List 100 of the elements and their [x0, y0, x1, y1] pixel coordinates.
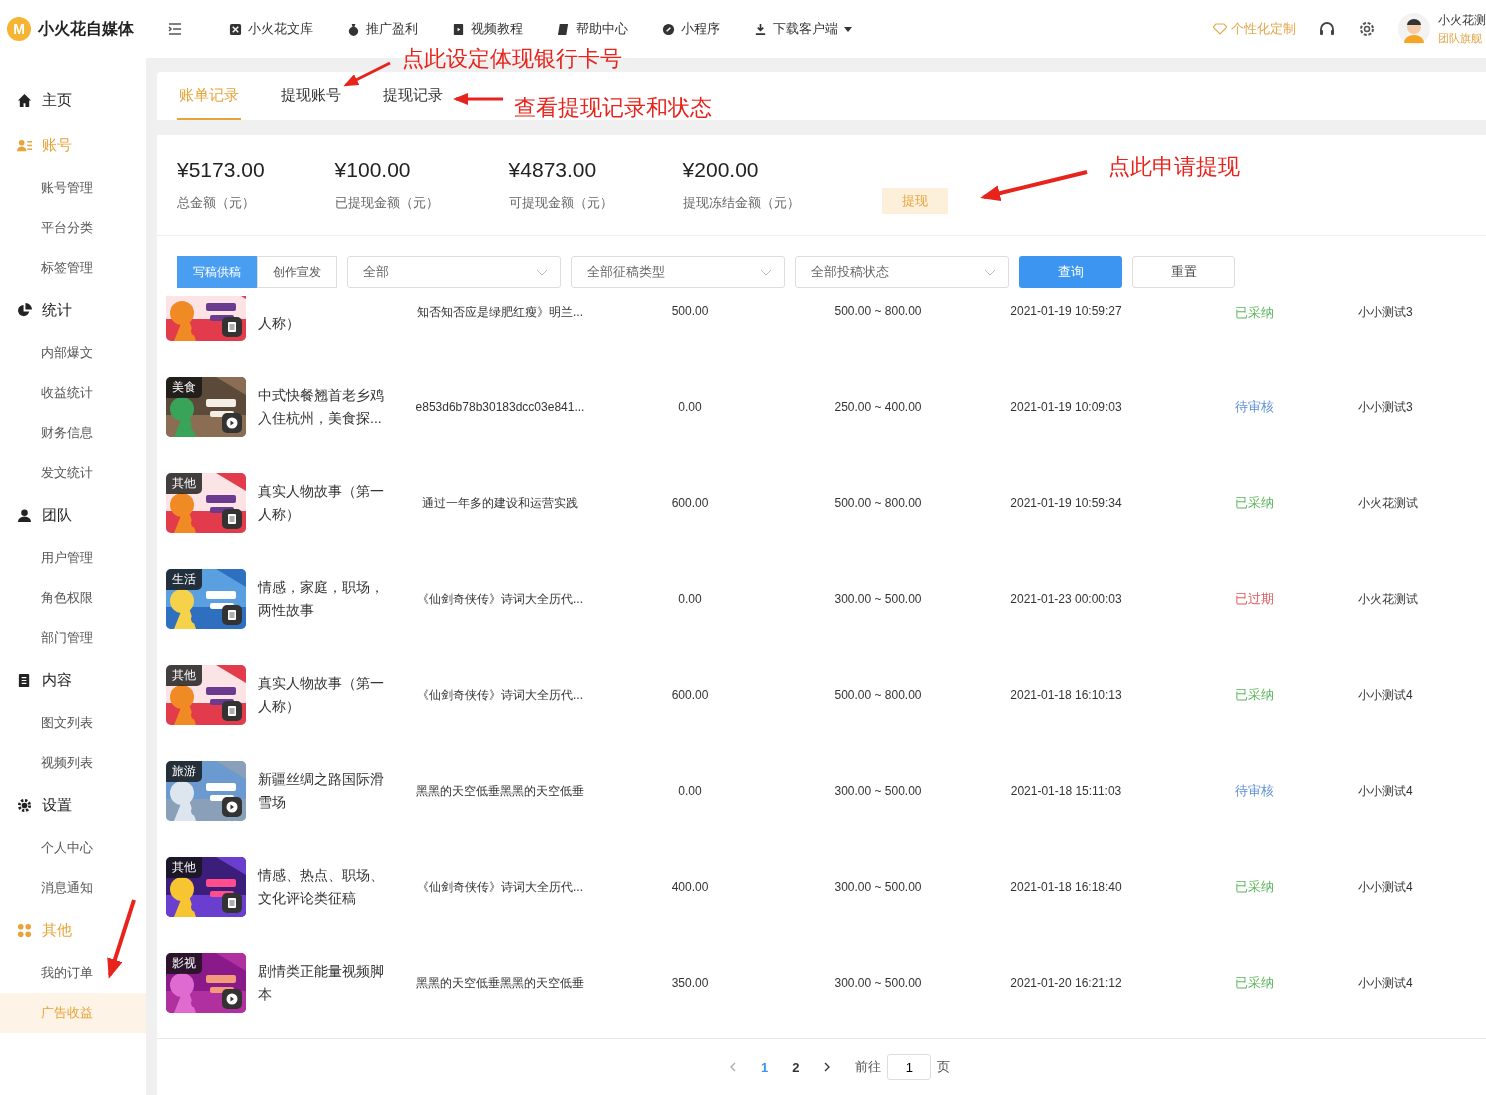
table-cell-text: 2021-01-19 10:09:03 — [1009, 400, 1123, 414]
nav-link[interactable]: 下载客户端 — [754, 20, 852, 38]
status-label: 待审核 — [1234, 399, 1274, 414]
sidebar-item[interactable]: 部门管理 — [0, 618, 146, 658]
table-cell-text: 小小测试3 — [1357, 304, 1413, 321]
table-cell-text: 《仙剑奇侠传》诗词大全历代... — [416, 686, 584, 704]
sidebar-item[interactable]: 我的订单 — [0, 953, 146, 993]
grid-icon — [17, 923, 32, 938]
sidebar-section[interactable]: 团队 — [0, 493, 146, 538]
settings-icon[interactable] — [1358, 20, 1376, 38]
diamond-icon — [1213, 23, 1227, 35]
status-label: 已采纳 — [1234, 975, 1274, 990]
document-icon — [222, 509, 242, 529]
document-icon — [222, 701, 242, 721]
table-cell-text: e853d6b78b30183dcc03e841... — [414, 400, 586, 414]
avatar-icon[interactable] — [1398, 13, 1430, 45]
sidebar-item[interactable]: 内部爆文 — [0, 333, 146, 373]
sidebar-section[interactable]: 主页 — [0, 78, 146, 123]
category-tag: 影视 — [166, 953, 202, 974]
status-label: 已采纳 — [1234, 879, 1274, 894]
table-cell-text: 300.00 ~ 500.00 — [833, 880, 923, 894]
document-icon — [17, 673, 32, 688]
select-field[interactable]: 全部征稿类型 — [571, 256, 785, 288]
item-title: 真实人物故事（第一人称） — [257, 482, 385, 524]
status-label: 已过期 — [1234, 591, 1274, 606]
sidebar-section[interactable]: 统计 — [0, 288, 146, 333]
nav-link[interactable]: 推广盈利 — [347, 20, 418, 38]
stat-amount: ¥100.00 — [334, 158, 412, 182]
headset-icon[interactable] — [1318, 20, 1336, 38]
sidebar-item[interactable]: 账号管理 — [0, 168, 146, 208]
annotation-text: 查看提现记录和状态 — [514, 94, 712, 122]
reset-button[interactable]: 重置 — [1132, 256, 1235, 288]
person-list-icon — [17, 138, 32, 153]
sidebar-section[interactable]: 内容 — [0, 658, 146, 703]
table-cell-text: 500.00 ~ 800.00 — [833, 496, 923, 510]
table-cell-text: 2021-01-18 15:11:03 — [1009, 784, 1123, 798]
sidebar-item[interactable]: 平台分类 — [0, 208, 146, 248]
money-bag-icon — [347, 22, 360, 36]
sidebar-item[interactable]: 用户管理 — [0, 538, 146, 578]
table-cell-text: 小小测试4 — [1357, 974, 1413, 992]
table-cell-text: 350.00 — [670, 976, 710, 990]
document-icon — [222, 893, 242, 913]
logo: M — [7, 17, 31, 41]
table-cell-text: 《仙剑奇侠传》诗词大全历代... — [416, 878, 584, 896]
table-cell-text: 250.00 ~ 400.00 — [833, 400, 923, 414]
segment-button[interactable]: 创作宣发 — [257, 256, 337, 288]
tab[interactable]: 提现记录 — [381, 72, 445, 120]
sidebar-item[interactable]: 标签管理 — [0, 248, 146, 288]
sidebar-item[interactable]: 发文统计 — [0, 453, 146, 493]
app-name: 小火花自媒体 — [38, 18, 134, 39]
home-icon — [17, 93, 32, 108]
item-title: 真实人物故事（第一人称） — [257, 674, 385, 716]
select-field[interactable]: 全部 — [347, 256, 561, 288]
category-tag: 美食 — [166, 377, 202, 398]
sidebar-item[interactable]: 财务信息 — [0, 413, 146, 453]
pie-chart-icon — [17, 303, 32, 318]
annotation-arrow — [453, 93, 503, 105]
tab[interactable]: 提现账号 — [279, 72, 343, 120]
document-icon — [222, 317, 242, 337]
table-cell-text: 知否知否应是绿肥红瘦》明兰... — [416, 304, 584, 321]
download-icon — [754, 22, 767, 36]
video-icon — [452, 22, 465, 36]
sidebar-item[interactable]: 角色权限 — [0, 578, 146, 618]
select-field[interactable]: 全部投稿状态 — [795, 256, 1009, 288]
nav-link[interactable]: 视频教程 — [452, 20, 523, 38]
play-icon — [222, 413, 242, 433]
sidebar-section[interactable]: 设置 — [0, 783, 146, 828]
chevron-right-icon[interactable] — [823, 1062, 832, 1072]
person-icon — [17, 508, 32, 523]
stat-amount: ¥200.00 — [682, 158, 760, 182]
sidebar-item[interactable]: 图文列表 — [0, 703, 146, 743]
table-cell-text: 0.00 — [677, 400, 703, 414]
chevron-down-icon — [760, 268, 772, 276]
table-cell-text: 300.00 ~ 500.00 — [833, 592, 923, 606]
document-icon — [222, 605, 242, 625]
play-icon — [222, 797, 242, 817]
page-input[interactable]: 1 — [887, 1054, 932, 1080]
sidebar-item[interactable]: 视频列表 — [0, 743, 146, 783]
table-cell-text: 2021-01-20 16:21:12 — [1009, 976, 1123, 990]
category-tag: 生活 — [166, 569, 202, 590]
table-cell-text: 500.00 ~ 800.00 — [833, 304, 923, 318]
sidebar-item[interactable]: 消息通知 — [0, 868, 146, 908]
stat-label: 可提现金额（元） — [508, 194, 613, 212]
page-link[interactable]: 2 — [792, 1059, 800, 1075]
menu-icon[interactable] — [168, 23, 182, 35]
table-cell-text: 0.00 — [677, 784, 703, 798]
sidebar-item[interactable]: 个人中心 — [0, 828, 146, 868]
table-cell-text: 通过一年多的建设和运营实践 — [421, 494, 579, 512]
status-label: 已采纳 — [1234, 495, 1274, 510]
link-icon — [662, 22, 675, 36]
nav-link[interactable]: 帮助中心 — [557, 20, 628, 38]
nav-link[interactable]: 小火花文库 — [229, 20, 313, 38]
table-cell-text: 400.00 — [670, 880, 710, 894]
book-icon — [557, 22, 570, 36]
nav-link[interactable]: 小程序 — [662, 20, 720, 38]
table-cell-text: 小小测试4 — [1357, 782, 1413, 800]
sidebar-item[interactable]: 收益统计 — [0, 373, 146, 413]
table-cell-text: 600.00 — [670, 688, 710, 702]
table-cell-text: 600.00 — [670, 496, 710, 510]
table-cell-text: 小小测试4 — [1357, 686, 1413, 704]
